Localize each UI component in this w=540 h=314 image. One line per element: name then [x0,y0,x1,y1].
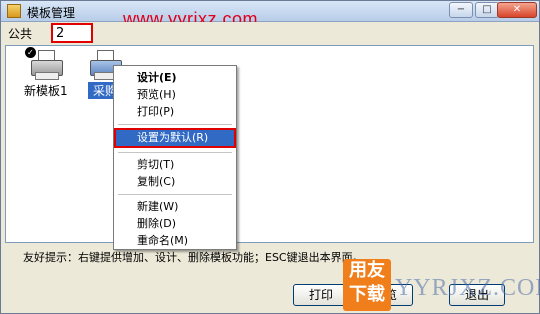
menu-item-set-default[interactable]: 设置为默认(R) [114,128,236,148]
logo-bottom-text: 下载 [349,284,385,305]
filter-field[interactable]: 2 [51,23,93,43]
menu-separator [118,152,232,153]
menu-separator [118,124,232,125]
filter-label: 公共 [8,27,33,41]
close-button[interactable]: ✕ [497,2,537,18]
menu-separator [118,194,232,195]
context-menu: 设计(E) 预览(H) 打印(P) 设置为默认(R) 剪切(T) 复制(C) 新… [113,65,237,250]
window-title: 模板管理 [27,6,76,20]
menu-item-design[interactable]: 设计(E) [116,70,234,86]
print-button[interactable]: 打印 [293,284,349,306]
template-item[interactable]: ✓ 新模板1 [24,47,68,99]
menu-item-preview[interactable]: 预览(H) [116,87,234,103]
hint-text: 友好提示：右键提供增加、设计、删除模板功能；ESC键退出本界面。 [23,251,364,264]
menu-item-copy[interactable]: 复制(C) [116,174,234,190]
menu-item-print[interactable]: 打印(P) [116,104,234,120]
watermark-logo: 用友 下载 [343,259,391,311]
template-list-area[interactable]: ✓ 新模板1 采购 [5,45,534,243]
menu-item-new[interactable]: 新建(W) [116,199,234,215]
menu-item-delete[interactable]: 删除(D) [116,216,234,232]
restore-button[interactable]: □ [475,2,499,18]
menu-item-cut[interactable]: 剪切(T) [116,157,234,173]
printer-icon: ✓ [24,47,63,80]
title-bar[interactable]: 模板管理 www.yyrjxz.com − □ ✕ [1,1,539,29]
watermark-brand: YYRJXZ.COM [395,275,540,301]
app-icon [7,4,21,18]
menu-item-rename[interactable]: 重命名(M) [116,233,234,249]
template-manager-window: 模板管理 www.yyrjxz.com − □ ✕ 公共 2 ✓ 新模板1 采购… [0,0,540,314]
minimize-button[interactable]: − [449,2,473,18]
default-check-icon: ✓ [24,47,36,58]
logo-top-text: 用友 [349,260,385,281]
template-label: 新模板1 [24,84,68,98]
